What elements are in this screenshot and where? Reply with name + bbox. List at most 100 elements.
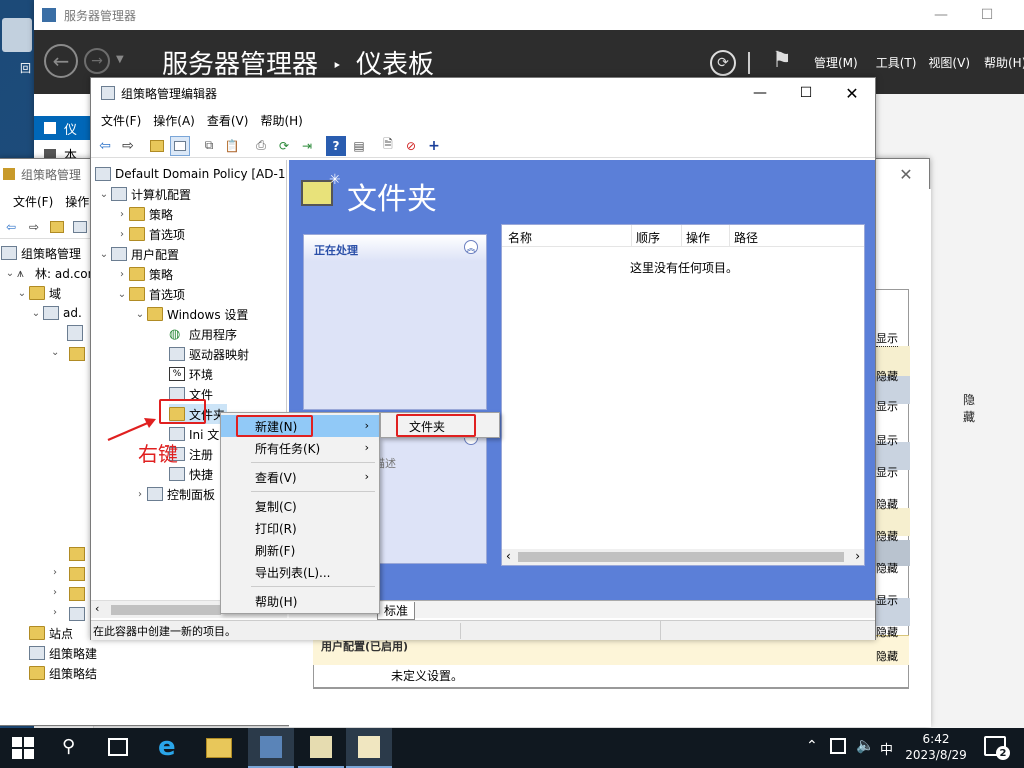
- expand-icon[interactable]: ⌄: [3, 268, 17, 279]
- copy-icon[interactable]: ⧉: [199, 136, 219, 156]
- expand-icon[interactable]: ⌄: [97, 249, 111, 260]
- gpm-tree-root[interactable]: 组策略管理: [1, 243, 81, 263]
- ou-folder-icon[interactable]: [69, 607, 85, 621]
- forward-button[interactable]: →: [84, 48, 110, 74]
- expand-icon[interactable]: ⌄: [115, 289, 129, 300]
- tab-standard[interactable]: 标准: [377, 602, 416, 620]
- refresh-icon[interactable]: ⟳: [274, 136, 294, 156]
- ime-indicator[interactable]: 中: [880, 739, 893, 758]
- task-view-icon[interactable]: [108, 738, 128, 756]
- back-arrow-icon[interactable]: ⇦: [1, 217, 21, 237]
- list-scrollbar[interactable]: ‹ ›: [502, 549, 864, 565]
- expand-icon[interactable]: ⌄: [29, 308, 43, 319]
- hide-link[interactable]: 隐藏: [876, 368, 898, 384]
- start-button[interactable]: [8, 736, 38, 760]
- show-hide-tree-icon[interactable]: [170, 135, 190, 156]
- tree-shortcuts[interactable]: 快捷: [169, 464, 213, 484]
- gpm-tree-sites[interactable]: 站点: [29, 623, 73, 643]
- menu-item-refresh[interactable]: 刷新(F): [221, 539, 379, 561]
- tree-preferences-2[interactable]: ⌄ 首选项: [115, 284, 185, 304]
- expand-icon[interactable]: ⌄: [97, 189, 111, 200]
- forward-arrow-icon[interactable]: ⇨: [24, 217, 44, 237]
- expand-icon[interactable]: ⌄: [15, 288, 29, 299]
- up-folder-icon[interactable]: [47, 217, 67, 237]
- tree-policies[interactable]: › 策略: [115, 204, 173, 224]
- export-icon[interactable]: ⇥: [297, 136, 317, 156]
- nav-dropdown-icon[interactable]: ▼: [116, 54, 124, 65]
- column-name[interactable]: 名称: [502, 225, 632, 246]
- breadcrumb-app[interactable]: 服务器管理器: [162, 50, 318, 80]
- volume-muted-icon[interactable]: 🔈: [856, 736, 875, 754]
- collapse-icon[interactable]: ›: [115, 229, 129, 240]
- collapse-icon[interactable]: ›: [115, 269, 129, 280]
- forward-arrow-icon[interactable]: ⇨: [118, 136, 138, 156]
- hide-link[interactable]: 隐藏: [876, 560, 898, 576]
- menu-help[interactable]: 帮助(H): [984, 54, 1024, 71]
- menu-item-export-list[interactable]: 导出列表(L)...: [221, 561, 379, 583]
- menu-item-all-tasks[interactable]: 所有任务(K) ›: [221, 437, 379, 459]
- collapse-icon[interactable]: ›: [53, 567, 57, 578]
- tree-preferences[interactable]: › 首选项: [115, 224, 185, 244]
- show-link[interactable]: 显示: [876, 464, 898, 480]
- tree-applications[interactable]: ◍ 应用程序: [169, 324, 237, 344]
- up-folder-icon[interactable]: [147, 136, 167, 156]
- ou-folder-icon[interactable]: [69, 587, 85, 601]
- gpm-tree-results[interactable]: 组策略结: [29, 663, 97, 683]
- tree-user-config[interactable]: ⌄ 用户配置: [97, 244, 179, 264]
- clock[interactable]: 6:42 2023/8/29: [896, 731, 976, 763]
- search-icon[interactable]: ⚲: [62, 736, 75, 757]
- scroll-right-icon[interactable]: ›: [855, 549, 860, 563]
- gpm-tree-modeling[interactable]: 组策略建: [29, 643, 97, 663]
- menu-item-print[interactable]: 打印(R): [221, 517, 379, 539]
- expand-icon[interactable]: ⌄: [51, 347, 59, 358]
- menu-item-view[interactable]: 查看(V) ›: [221, 466, 379, 488]
- back-arrow-icon[interactable]: ⇦: [95, 136, 115, 156]
- gpm-hide-link[interactable]: 隐藏: [963, 391, 975, 425]
- taskbar-app-server-manager[interactable]: [248, 728, 294, 768]
- scroll-thumb[interactable]: [518, 552, 844, 562]
- menu-item-help[interactable]: 帮助(H): [221, 590, 379, 612]
- hide-link[interactable]: 隐藏: [876, 496, 898, 512]
- taskbar-app-gpme[interactable]: [346, 728, 392, 768]
- gpme-menu-action[interactable]: 操作(A): [147, 112, 201, 129]
- menu-view[interactable]: 视图(V): [928, 54, 970, 71]
- hide-link[interactable]: 隐藏: [876, 648, 898, 664]
- tree-policies-2[interactable]: › 策略: [115, 264, 173, 284]
- minimize-button[interactable]: —: [918, 0, 964, 30]
- collapse-icon[interactable]: ›: [53, 607, 57, 618]
- gpm-tree-domain-ad[interactable]: ⌄ ad.: [29, 303, 82, 323]
- paste-icon[interactable]: 📋: [222, 136, 242, 156]
- gpme-maximize-button[interactable]: ☐: [783, 78, 829, 108]
- collapse-icon[interactable]: ›: [115, 209, 129, 220]
- menu-item-copy[interactable]: 复制(C): [221, 495, 379, 517]
- collapse-icon[interactable]: ›: [53, 587, 57, 598]
- help-icon[interactable]: ?: [326, 135, 346, 156]
- ou-folder-icon[interactable]: [69, 547, 85, 561]
- tree-computer-config[interactable]: ⌄ 计算机配置: [97, 184, 191, 204]
- stop-icon[interactable]: ⊘: [401, 136, 421, 156]
- tree-root[interactable]: Default Domain Policy [AD-1.: [95, 164, 286, 184]
- gpme-menu-file[interactable]: 文件(F): [91, 112, 147, 129]
- show-link[interactable]: 显示: [876, 592, 898, 608]
- maximize-button[interactable]: ☐: [964, 0, 1010, 30]
- taskbar-app-gpm[interactable]: [298, 728, 344, 768]
- back-button[interactable]: ←: [44, 44, 78, 78]
- tree-drive-maps[interactable]: 驱动器映射: [169, 344, 249, 364]
- ou-folder-icon[interactable]: [69, 347, 85, 361]
- hide-link[interactable]: 隐藏: [876, 528, 898, 544]
- column-action[interactable]: 操作: [682, 225, 730, 246]
- menu-tools[interactable]: 工具(T): [876, 54, 917, 71]
- show-hide-tree-icon[interactable]: [70, 217, 90, 237]
- show-link[interactable]: 显示: [876, 330, 898, 347]
- hide-link[interactable]: 隐藏: [876, 624, 898, 640]
- menu-manage[interactable]: 管理(M): [814, 54, 858, 71]
- column-order[interactable]: 顺序: [632, 225, 682, 246]
- add-icon[interactable]: +: [424, 136, 444, 156]
- expand-icon[interactable]: ⌄: [133, 309, 147, 320]
- show-link[interactable]: 显示: [876, 398, 898, 414]
- recycle-bin-icon[interactable]: [2, 18, 32, 52]
- ie-browser-icon[interactable]: e: [158, 732, 176, 762]
- document-icon[interactable]: 🗎: [378, 136, 398, 156]
- tree-windows-settings[interactable]: ⌄ Windows 设置: [133, 304, 248, 324]
- gpme-menu-view[interactable]: 查看(V): [201, 112, 255, 129]
